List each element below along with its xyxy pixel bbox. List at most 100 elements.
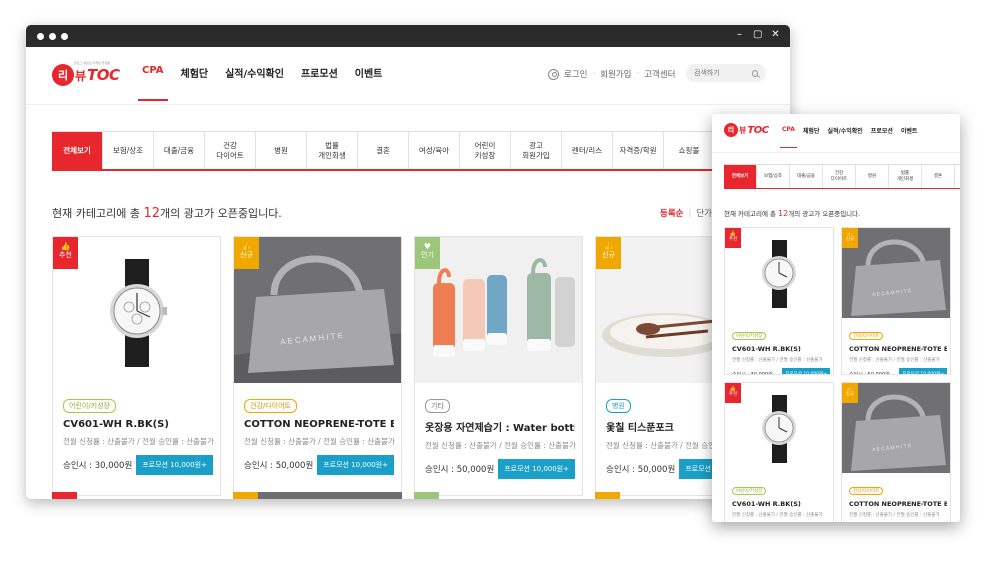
mobile-nav-item-performance[interactable]: 실적/수익확인	[827, 126, 862, 148]
category-tab-legal[interactable]: 법률 개인회생	[307, 132, 358, 169]
stage: – ▢ ✕ 블로그 체험단 마케팅 플랫폼 리 뷰 TOC CPA 체험단 실적…	[0, 0, 1005, 571]
product-price: 승인시 : 30,000원	[732, 371, 773, 375]
mobile-product-card[interactable]: A E C A M H I T E 👍 신규 건강/다이어트 COTTON NE…	[841, 382, 951, 522]
mobile-product-card[interactable]: A E C A M H I T E 👍 신규 건강/다이어트 COTTON NE…	[841, 227, 951, 375]
watch-image	[110, 259, 167, 367]
product-title[interactable]: CV601-WH R.BK(S)	[732, 345, 830, 353]
nav-item-experience[interactable]: 체험단	[181, 65, 209, 101]
promotion-button[interactable]: 프로모션 10,000원+	[317, 455, 394, 475]
product-title[interactable]: CV601-WH R.BK(S)	[732, 500, 830, 508]
product-title[interactable]: COTTON NEOPRENE-TOTE BAG...	[244, 419, 394, 430]
product-card[interactable]: A E C A M H I T E 👍 신규 건강/다이어트 COTTON NE…	[233, 236, 402, 496]
login-link[interactable]: 로그인	[564, 68, 587, 80]
category-tab-women[interactable]: 여성/육아	[409, 132, 460, 169]
site-logo[interactable]: 블로그 체험단 마케팅 플랫폼 리 뷰 TOC	[52, 61, 120, 86]
mobile-nav-item-cpa[interactable]: CPA	[780, 126, 797, 148]
product-image-tote-bag[interactable]: A E C A M H I T E	[842, 383, 950, 473]
search-icon[interactable]	[752, 69, 758, 77]
product-title[interactable]: CV601-WH R.BK(S)	[63, 419, 213, 430]
product-card[interactable]: ♥ 인기 기타 옷장용 자연제습기 : Water bottle 전월 신청률 …	[414, 236, 583, 496]
category-tab-hospital[interactable]: 병원	[256, 132, 307, 169]
product-title[interactable]: 옷장용 자연제습기 : Water bottle	[425, 419, 575, 434]
mobile-nav-item-experience[interactable]: 체험단	[803, 126, 820, 148]
ad-count: 12	[778, 209, 789, 218]
product-price: 승인시 : 50,000원	[244, 461, 314, 471]
promotion-button[interactable]: 프로모션 10,000원+	[498, 459, 575, 479]
promotion-button[interactable]: 프로모션 10,000원+	[136, 455, 213, 475]
product-badge: 👍 추천	[53, 237, 78, 269]
product-badge: 👍 신규	[842, 228, 858, 248]
window-controls: – ▢ ✕	[735, 29, 780, 41]
category-tab-ads[interactable]: 광고 회원가입	[511, 132, 562, 169]
category-tab-all[interactable]: 전체보기	[52, 132, 103, 169]
mobile-product-card[interactable]: 👍 추천 어린이/키성장 CV601-WH R.BK(S) 전월 신청률 : 산…	[724, 227, 834, 375]
window-dot-icon[interactable]	[37, 33, 44, 40]
mobile-category-tab-insurance[interactable]: 보험/상조	[757, 165, 790, 188]
sort-by-date[interactable]: 등록순	[660, 209, 683, 219]
maximize-icon[interactable]: ▢	[753, 29, 762, 41]
nav-item-promotion[interactable]: 프로모션	[301, 65, 338, 101]
window-dot-icon[interactable]	[49, 33, 56, 40]
close-icon[interactable]: ✕	[771, 29, 780, 41]
product-image-watch[interactable]	[725, 383, 833, 473]
category-tab-insurance[interactable]: 보험/상조	[103, 132, 154, 169]
product-stats: 전월 신청률 : 산출불가 / 전월 승인률 : 산출불가	[63, 437, 214, 446]
product-image-watch[interactable]	[53, 237, 220, 383]
mobile-product-card[interactable]: 👍 추천 어린이/키성장 CV601-WH R.BK(S) 전월 신청률 : 산…	[724, 382, 834, 522]
category-tab-shopping[interactable]: 쇼핑몰	[664, 132, 715, 169]
product-card[interactable]: 👍 추천 어린이/키성장 CV601-WH R.BK(S) 전월 신청률 : 산…	[52, 236, 221, 496]
window-dots	[37, 33, 68, 40]
browser-title-bar: – ▢ ✕	[26, 25, 790, 47]
logo-ri: 리	[52, 64, 74, 86]
promotion-button[interactable]: 프로모션 10,000원+	[899, 368, 947, 374]
product-stats: 전월 신청률 : 산출불가 / 전월 승인률 : 산출불가	[732, 513, 823, 518]
mobile-category-tab-wedding[interactable]: 결혼	[922, 165, 955, 188]
tote-bag-image: A E C A M H I T E	[842, 228, 950, 318]
badge-label: 추천	[728, 237, 738, 242]
mobile-header-divider	[712, 152, 960, 153]
nav-item-performance[interactable]: 실적/수익확인	[225, 65, 284, 101]
mobile-nav-item-promotion[interactable]: 프로모션	[871, 126, 893, 148]
promotion-button[interactable]: 프로모션 10,000원+	[782, 368, 830, 374]
mobile-category-tab-loan[interactable]: 대출/금융	[790, 165, 823, 188]
logo-ryu: 뷰	[75, 68, 87, 83]
logo-toc: TOC	[747, 124, 769, 136]
category-tab-health[interactable]: 건강 다이어트	[205, 132, 256, 169]
category-tab-rental[interactable]: 렌터/리스	[562, 132, 613, 169]
category-tab-loan[interactable]: 대출/금융	[154, 132, 205, 169]
category-tab-wedding[interactable]: 결혼	[358, 132, 409, 169]
category-tab-kids[interactable]: 어린이 키성장	[460, 132, 511, 169]
mobile-nav-item-event[interactable]: 이벤트	[901, 126, 918, 148]
nav-item-cpa[interactable]: CPA	[138, 65, 167, 101]
desktop-browser-window: – ▢ ✕ 블로그 체험단 마케팅 플랫폼 리 뷰 TOC CPA 체험단 실적…	[26, 25, 790, 499]
logo-toc: TOC	[87, 66, 120, 84]
product-image-watch[interactable]	[725, 228, 833, 318]
product-image-tote-bag[interactable]: A E C A M H I T E	[234, 237, 401, 383]
mobile-category-tabs: 전체보기 보험/상조 대출/금융 건강 다이어트 병원 법률 개인회생 결혼	[724, 164, 960, 189]
nav-item-event[interactable]: 이벤트	[355, 65, 383, 101]
category-tab-academy[interactable]: 자격증/학원	[613, 132, 664, 169]
product-image-tote-bag[interactable]: A E C A M H I T E	[842, 228, 950, 318]
category-tag: 기타	[425, 399, 450, 413]
mobile-site-logo[interactable]: 리 뷰 TOC	[724, 123, 769, 137]
mobile-category-tab-all[interactable]: 전체보기	[724, 165, 757, 188]
main-nav: CPA 체험단 실적/수익확인 프로모션 이벤트	[138, 65, 383, 101]
next-row-image	[258, 492, 402, 499]
mobile-category-tab-health[interactable]: 건강 다이어트	[823, 165, 856, 188]
window-dot-icon[interactable]	[61, 33, 68, 40]
minimize-icon[interactable]: –	[735, 29, 744, 41]
support-link[interactable]: 고객센터	[644, 68, 675, 80]
sort-by-price[interactable]: 단가	[696, 209, 712, 219]
product-info: 기타 옷장용 자연제습기 : Water bottle 전월 신청률 : 산출불…	[425, 393, 576, 479]
badge-label: 신규	[845, 392, 855, 397]
product-title[interactable]: COTTON NEOPRENE-TOTE BAG...	[849, 500, 947, 508]
product-image-dehumidifier[interactable]	[415, 237, 582, 383]
badge-label: 신규	[602, 251, 615, 259]
product-info: 어린이/키성장 CV601-WH R.BK(S) 전월 신청률 : 산출불가 /…	[63, 393, 214, 475]
mobile-category-tab-legal[interactable]: 법률 개인회생	[889, 165, 922, 188]
mobile-category-tab-hospital[interactable]: 병원	[856, 165, 889, 188]
signup-link[interactable]: 회원가입	[600, 68, 631, 80]
product-title[interactable]: COTTON NEOPRENE-TOTE BAG...	[849, 345, 947, 353]
product-info: 어린이/키성장 CV601-WH R.BK(S) 전월 신청률 : 산출불가 /…	[732, 477, 830, 522]
search-input[interactable]	[694, 69, 752, 77]
